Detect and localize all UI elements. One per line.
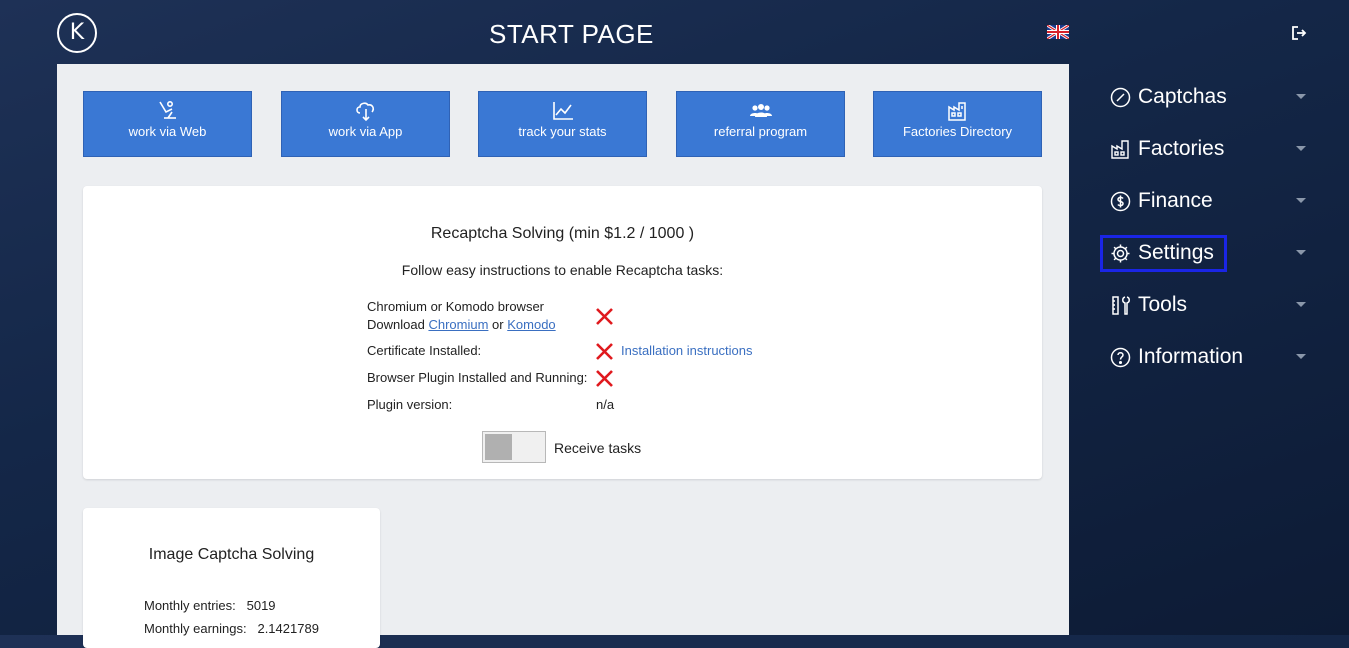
chevron-down-icon	[1296, 250, 1306, 255]
factories-directory-button[interactable]: Factories Directory	[873, 91, 1042, 157]
browser-status-x-icon	[596, 308, 613, 325]
monthly-earnings-label: Monthly earnings:	[144, 621, 247, 636]
or-text: or	[492, 317, 504, 332]
logout-icon[interactable]	[1290, 24, 1308, 42]
worker-icon	[158, 100, 176, 119]
chevron-down-icon	[1296, 198, 1306, 203]
certificate-label: Certificate Installed:	[367, 343, 482, 358]
sidebar-item-captchas[interactable]: Captchas	[1100, 78, 1310, 116]
work-via-web-button[interactable]: work via Web	[83, 91, 252, 157]
sidebar-item-finance[interactable]: Finance	[1100, 182, 1310, 220]
recaptcha-instructions: Follow easy instructions to enable Recap…	[401, 262, 724, 278]
browser-label: Chromium or Komodo browser	[367, 299, 545, 314]
work-via-app-button[interactable]: work via App	[281, 91, 450, 157]
download-prefix: Download	[367, 317, 425, 332]
monthly-entries-value: 5019	[246, 598, 276, 613]
installation-instructions-link[interactable]: Installation instructions	[621, 343, 753, 358]
monthly-earnings: Monthly earnings: 2.1421789	[144, 621, 319, 636]
people-icon	[749, 104, 772, 117]
sidebar-item-label: Factories	[1138, 137, 1225, 160]
receive-tasks-label: Receive tasks	[554, 440, 642, 456]
komodo-link[interactable]: Komodo	[507, 317, 555, 332]
uk-flag-icon[interactable]	[1047, 25, 1069, 39]
sidebar-item-label: Captchas	[1138, 85, 1227, 108]
sidebar-item-information[interactable]: Information	[1100, 338, 1310, 376]
browser-requirement: Chromium or Komodo browser Download Chro…	[367, 298, 556, 334]
certificate-status-x-icon	[596, 343, 613, 360]
receive-tasks-toggle[interactable]	[482, 431, 546, 463]
track-stats-button[interactable]: track your stats	[478, 91, 647, 157]
monthly-entries-label: Monthly entries:	[144, 598, 236, 613]
main-content: work via Web work via App track your sta…	[57, 64, 1069, 648]
monthly-earnings-value: 2.1421789	[257, 621, 319, 636]
factory-icon	[947, 102, 966, 121]
chevron-down-icon	[1296, 94, 1306, 99]
sidebar-item-label: Tools	[1138, 293, 1188, 316]
app-logo[interactable]: K	[57, 13, 97, 53]
image-captcha-card: Image Captcha Solving Monthly entries: 5…	[83, 508, 380, 648]
track-stats-label: track your stats	[518, 124, 607, 139]
sidebar-item-factories[interactable]: Factories	[1100, 130, 1310, 168]
recaptcha-title: Recaptcha Solving (min $1.2 / 1000 )	[430, 225, 695, 242]
chart-icon	[552, 102, 573, 120]
factory-icon	[1111, 140, 1129, 159]
referral-program-button[interactable]: referral program	[676, 91, 845, 157]
plugin-version-label: Plugin version:	[367, 397, 453, 412]
work-via-app-label: work via App	[328, 124, 403, 139]
cloud-download-icon	[355, 102, 374, 122]
chromium-link[interactable]: Chromium	[428, 317, 488, 332]
sidebar-item-label: Information	[1138, 345, 1244, 368]
recaptcha-card: Recaptcha Solving (min $1.2 / 1000 ) Fol…	[83, 186, 1042, 479]
page-title: START PAGE	[489, 19, 654, 49]
tools-icon	[1112, 296, 1130, 315]
factories-directory-label: Factories Directory	[902, 124, 1013, 139]
captcha-icon	[1110, 87, 1131, 108]
sidebar-item-tools[interactable]: Tools	[1100, 286, 1310, 324]
toggle-knob	[485, 434, 512, 460]
monthly-entries: Monthly entries: 5019	[144, 598, 276, 613]
work-via-web-label: work via Web	[128, 124, 207, 139]
question-icon	[1110, 347, 1131, 368]
referral-program-label: referral program	[713, 124, 808, 139]
chevron-down-icon	[1296, 354, 1306, 359]
chevron-down-icon	[1296, 302, 1306, 307]
image-captcha-title: Image Captcha Solving	[148, 546, 315, 563]
dollar-icon	[1110, 191, 1131, 212]
chevron-down-icon	[1296, 146, 1306, 151]
focus-highlight	[1100, 235, 1227, 272]
sidebar-item-label: Finance	[1138, 189, 1213, 212]
plugin-status-x-icon	[596, 370, 613, 387]
plugin-version-value: n/a	[596, 397, 615, 412]
plugin-label: Browser Plugin Installed and Running:	[367, 370, 588, 385]
